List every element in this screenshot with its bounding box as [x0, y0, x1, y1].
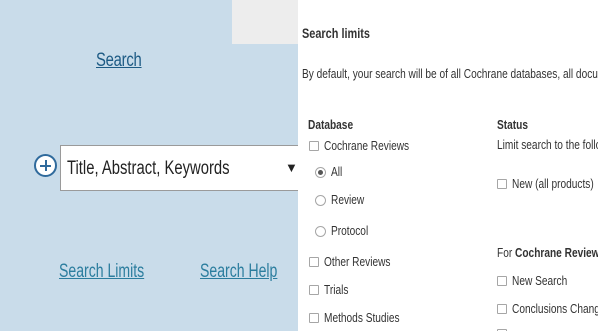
other-reviews-label: Other Reviews	[324, 254, 391, 269]
search-limits-link[interactable]: Search Limits	[59, 261, 144, 283]
dropdown-arrow-icon: ▼	[285, 160, 298, 175]
cochrane-reviews-checkbox[interactable]	[309, 141, 319, 151]
search-help-link[interactable]: Search Help	[200, 261, 277, 283]
new-search-checkbox[interactable]	[497, 276, 507, 286]
protocol-radio[interactable]	[315, 226, 326, 237]
search-field-select-value: Title, Abstract, Keywords	[67, 158, 230, 179]
status-limit-text: Limit search to the following:	[497, 137, 598, 152]
other-reviews-checkbox[interactable]	[309, 257, 319, 267]
search-field-select[interactable]: Title, Abstract, Keywords ▼	[60, 145, 298, 191]
trials-checkbox[interactable]	[309, 285, 319, 295]
review-radio-label: Review	[331, 192, 365, 207]
left-search-panel: Search Title, Abstract, Keywords ▼ Searc…	[0, 0, 298, 331]
trials-label: Trials	[324, 282, 349, 297]
conclusions-changed-checkbox[interactable]	[497, 304, 507, 314]
new-search-label: New Search	[512, 273, 568, 288]
all-radio-label: All	[331, 164, 343, 179]
cochrane-reviews-label: Cochrane Reviews	[324, 138, 410, 153]
search-limits-title: Search limits	[302, 25, 370, 41]
add-field-plus-icon[interactable]	[34, 154, 57, 177]
status-heading: Status	[497, 117, 528, 132]
search-limits-intro: By default, your search will be of all C…	[302, 66, 598, 81]
new-all-products-label: New (all products)	[512, 176, 594, 191]
for-cochrane-bold: Cochrane Reviews	[515, 245, 598, 260]
methods-studies-checkbox[interactable]	[309, 313, 319, 323]
conclusions-changed-label: Conclusions Changed	[512, 301, 598, 316]
all-radio[interactable]	[315, 167, 326, 178]
review-radio[interactable]	[315, 195, 326, 206]
search-tab-link[interactable]: Search	[96, 50, 142, 72]
search-limits-panel: Search limits By default, your search wi…	[298, 0, 598, 331]
new-all-products-checkbox[interactable]	[497, 179, 507, 189]
database-heading: Database	[308, 117, 354, 132]
left-panel-gray-block	[232, 0, 298, 44]
methods-studies-label: Methods Studies	[324, 310, 400, 325]
for-cochrane-prefix: For	[497, 245, 516, 260]
for-cochrane-reviews-note: For Cochrane Reviews only	[497, 245, 598, 260]
protocol-radio-label: Protocol	[331, 223, 369, 238]
